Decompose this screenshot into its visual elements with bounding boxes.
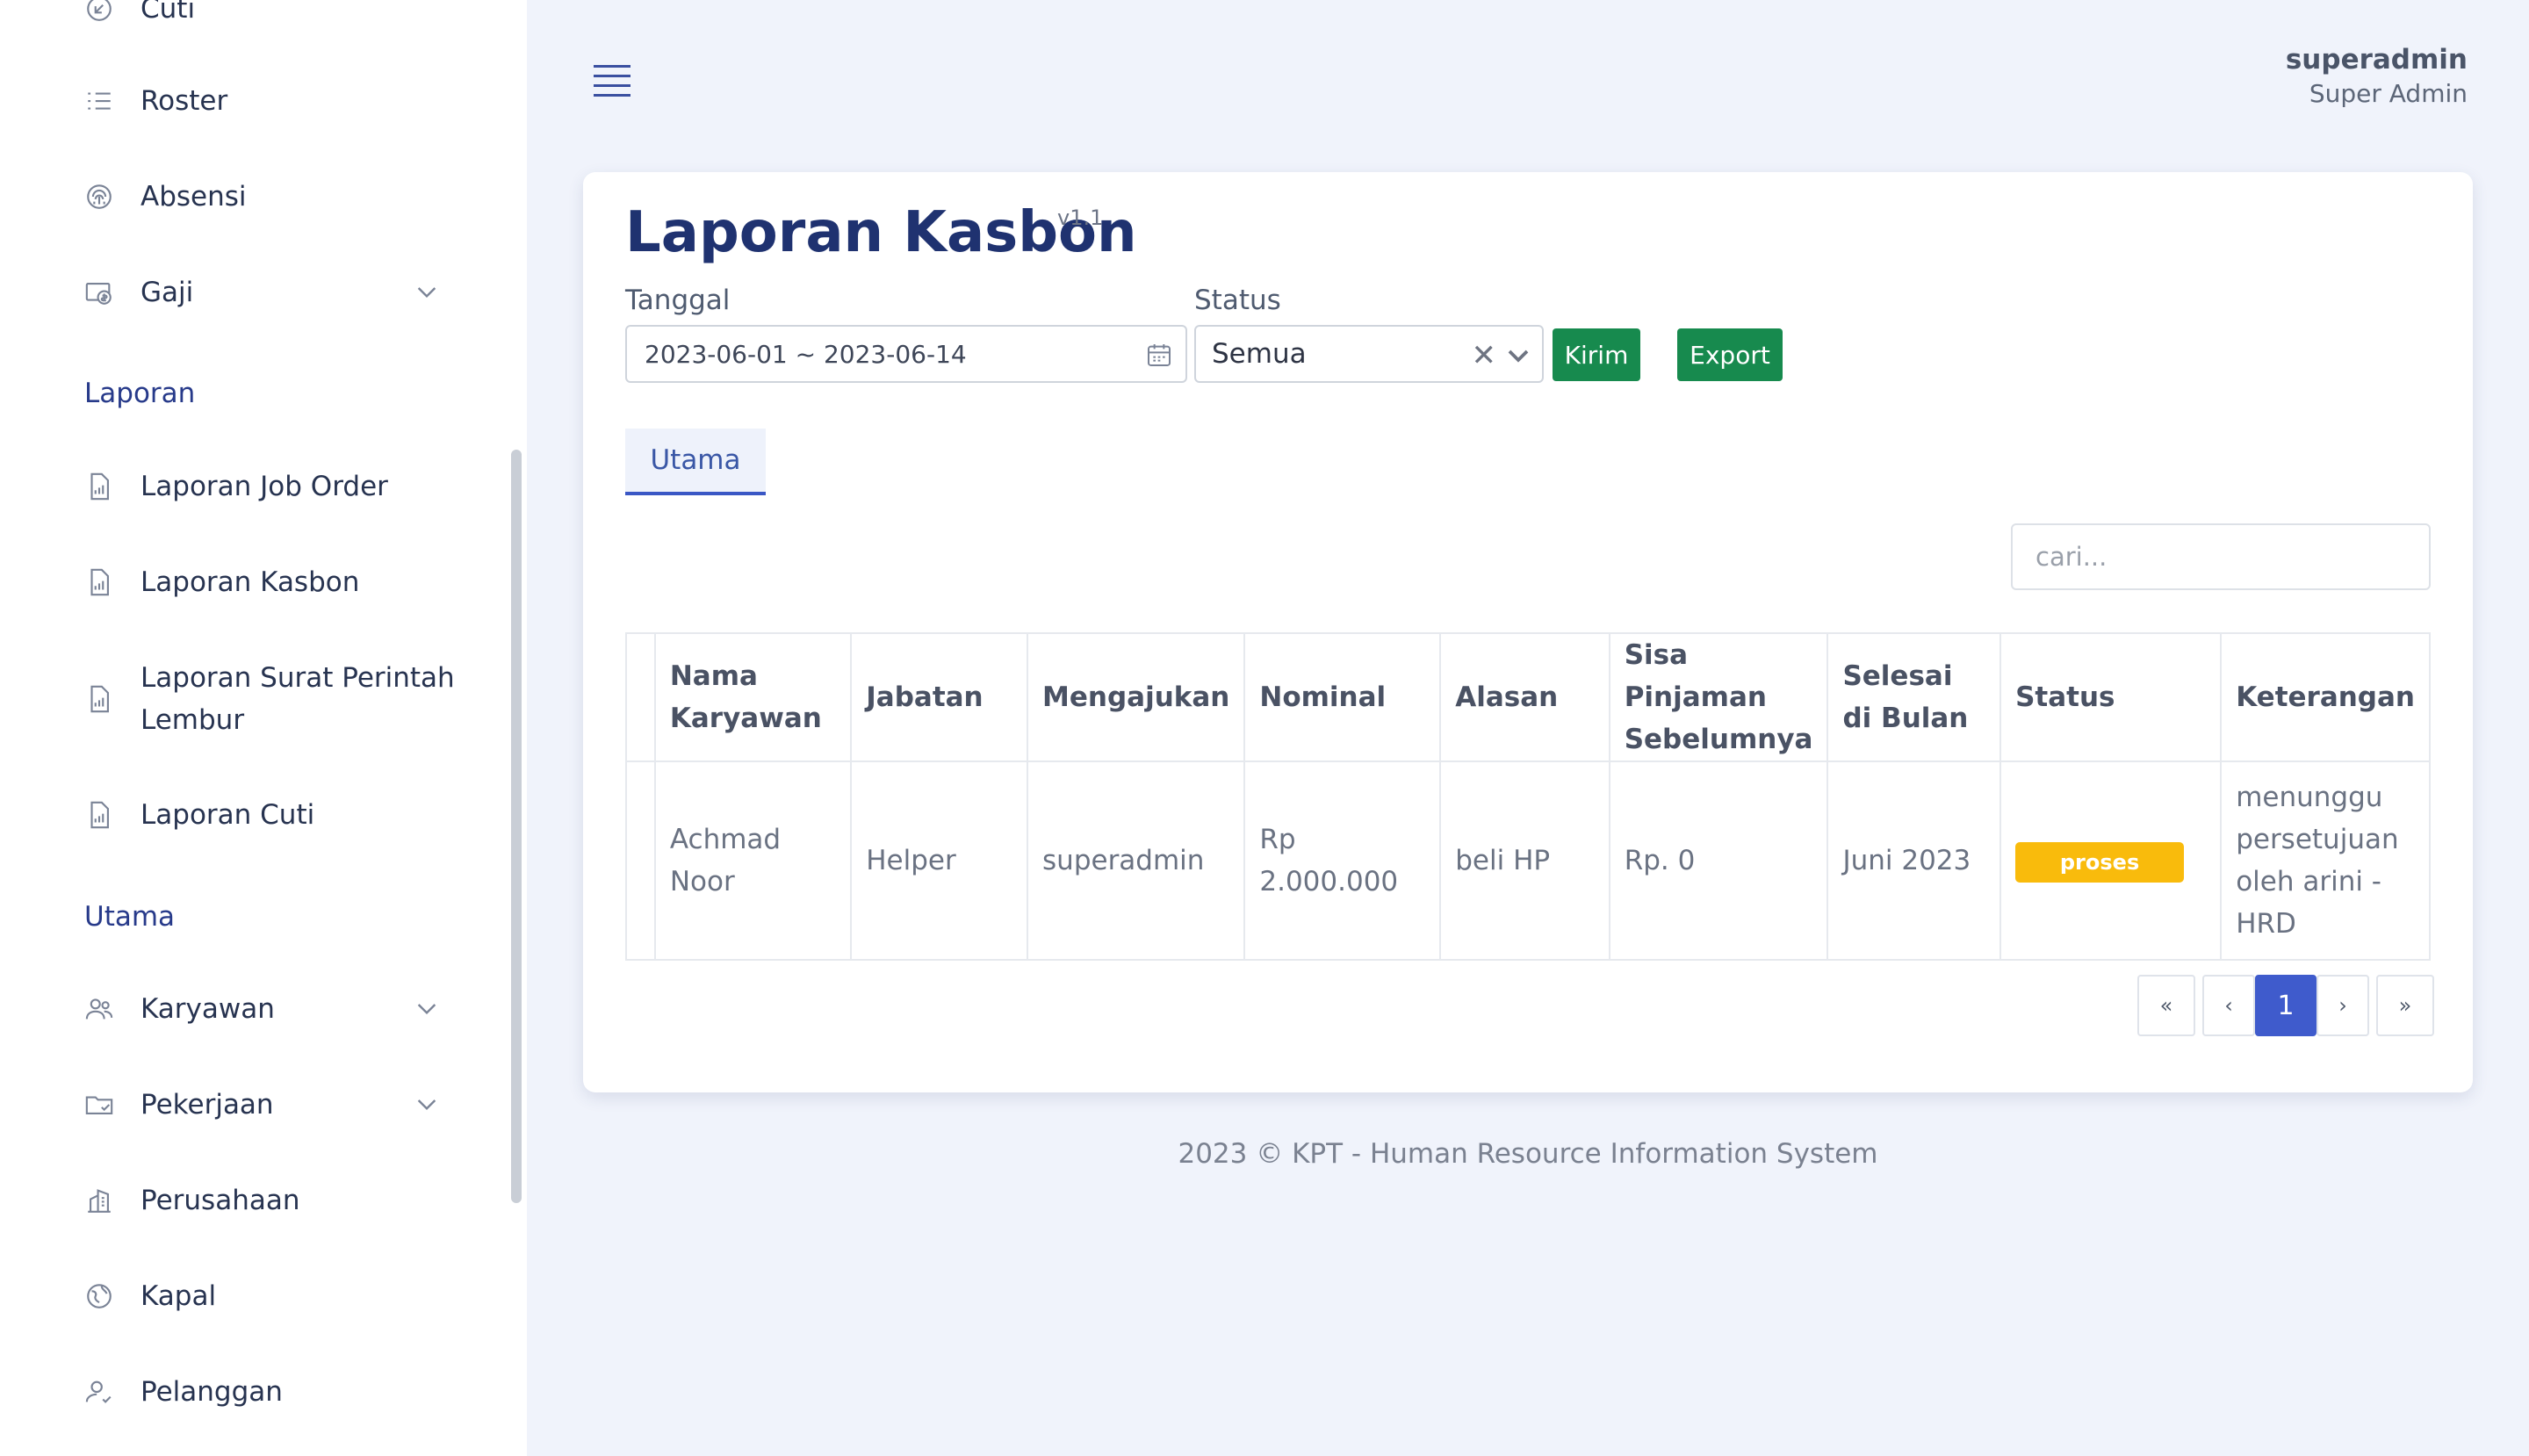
user-role: Super Admin xyxy=(2309,79,2468,108)
cell-alasan: beli HP xyxy=(1439,760,1610,961)
pagination-first-button[interactable]: « xyxy=(2137,975,2195,1036)
footer-text: 2023 © KPT - Human Resource Information … xyxy=(1178,1138,1878,1170)
date-label: Tanggal xyxy=(625,285,731,316)
users-icon xyxy=(84,994,114,1024)
sidebar-item-label: Pekerjaan xyxy=(140,1089,274,1121)
report-icon xyxy=(84,472,114,501)
sidebar-item-label: Laporan Kasbon xyxy=(140,566,360,598)
sidebar: Cuti Roster Absensi Gaji Laporan Laporan… xyxy=(0,0,527,1456)
cell-jabatan: Helper xyxy=(850,760,1029,961)
column-header-nominal[interactable]: Nominal xyxy=(1243,632,1442,762)
chevron-down-icon[interactable] xyxy=(413,1090,441,1118)
logout-icon xyxy=(84,0,114,24)
column-header-status[interactable]: Status xyxy=(1999,632,2223,762)
sidebar-item-label: Gaji xyxy=(140,277,194,308)
status-label: Status xyxy=(1194,285,1281,316)
table-header-row: Nama Karyawan Jabatan Mengajukan Nominal… xyxy=(625,632,2431,762)
sidebar-item-kapal[interactable]: Kapal xyxy=(84,1270,216,1323)
sidebar-item-laporan-surat-perintah-lembur[interactable]: Laporan Surat Perintah Lembur xyxy=(84,657,474,741)
column-header-nama[interactable]: Nama Karyawan xyxy=(653,632,853,762)
kirim-button[interactable]: Kirim xyxy=(1553,328,1640,381)
sidebar-item-laporan-cuti[interactable]: Laporan Cuti xyxy=(84,789,314,841)
menu-toggle-icon[interactable] xyxy=(594,65,630,97)
sidebar-item-karyawan[interactable]: Karyawan xyxy=(84,983,275,1035)
chevron-down-icon[interactable] xyxy=(413,994,441,1022)
sidebar-item-label: Cuti xyxy=(140,0,196,25)
user-check-icon xyxy=(84,1377,114,1407)
sidebar-item-label: Laporan Cuti xyxy=(140,799,315,831)
sidebar-item-pelanggan[interactable]: Pelanggan xyxy=(84,1366,283,1418)
fingerprint-icon xyxy=(84,182,114,212)
report-icon xyxy=(84,684,114,714)
cell-sisa-pinjaman: Rp. 0 xyxy=(1608,760,1829,961)
building-icon xyxy=(84,1186,114,1215)
report-icon xyxy=(84,567,114,597)
column-header-select xyxy=(625,632,656,762)
cell-keterangan: menunggu persetujuan oleh arini - HRD xyxy=(2220,760,2431,961)
pagination-last-button[interactable]: » xyxy=(2376,975,2434,1036)
date-range-value: 2023-06-01 ~ 2023-06-14 xyxy=(645,339,967,369)
date-range-input[interactable]: 2023-06-01 ~ 2023-06-14 xyxy=(625,325,1187,383)
chevron-down-icon[interactable] xyxy=(1505,342,1531,369)
sidebar-item-roster[interactable]: Roster xyxy=(84,75,227,127)
globe-icon xyxy=(84,1281,114,1311)
sidebar-item-label: Karyawan xyxy=(140,993,275,1025)
search-input[interactable]: cari... xyxy=(2011,523,2431,590)
status-select-value: Semua xyxy=(1212,338,1307,370)
payroll-icon xyxy=(84,278,114,307)
kasbon-table: Nama Karyawan Jabatan Mengajukan Nominal… xyxy=(625,632,2431,961)
table-row[interactable]: Achmad Noor Helper superadmin Rp 2.000.0… xyxy=(625,760,2431,961)
sidebar-item-perusahaan[interactable]: Perusahaan xyxy=(84,1174,300,1227)
sidebar-item-laporan-job-order[interactable]: Laporan Job Order xyxy=(84,460,388,513)
cell-nominal: Rp 2.000.000 xyxy=(1243,760,1442,961)
column-header-sisa-pinjaman[interactable]: Sisa Pinjaman Sebelumnya xyxy=(1608,632,1829,762)
list-icon xyxy=(84,86,114,116)
pagination-page-1[interactable]: 1 xyxy=(2255,975,2316,1036)
clear-icon[interactable]: ✕ xyxy=(1472,341,1497,371)
cell-mengajukan: superadmin xyxy=(1027,760,1246,961)
sidebar-item-cuti[interactable]: Cuti xyxy=(84,0,195,35)
sidebar-item-label: Laporan Surat Perintah Lembur xyxy=(140,662,455,736)
cell-selesai: Juni 2023 xyxy=(1826,760,2002,961)
user-name[interactable]: superadmin xyxy=(2286,44,2468,76)
sidebar-item-label: Absensi xyxy=(140,181,247,213)
sidebar-item-label: Kapal xyxy=(140,1280,217,1312)
version-label: v1.1 xyxy=(1057,205,1104,230)
column-header-alasan[interactable]: Alasan xyxy=(1439,632,1610,762)
column-header-jabatan[interactable]: Jabatan xyxy=(850,632,1029,762)
sidebar-item-label: Perusahaan xyxy=(140,1185,300,1216)
cell-nama: Achmad Noor xyxy=(653,760,853,961)
pagination-next-button[interactable]: › xyxy=(2316,975,2369,1036)
status-select[interactable]: Semua ✕ xyxy=(1194,325,1544,383)
column-header-keterangan[interactable]: Keterangan xyxy=(2220,632,2431,762)
pagination-prev-button[interactable]: ‹ xyxy=(2202,975,2255,1036)
sidebar-item-absensi[interactable]: Absensi xyxy=(84,170,247,223)
export-button[interactable]: Export xyxy=(1677,328,1783,381)
sidebar-item-label: Pelanggan xyxy=(140,1376,283,1408)
sidebar-item-pekerjaan[interactable]: Pekerjaan xyxy=(84,1078,274,1131)
chevron-down-icon[interactable] xyxy=(413,278,441,306)
column-header-mengajukan[interactable]: Mengajukan xyxy=(1027,632,1246,762)
cell-status: proses xyxy=(1999,760,2223,961)
status-badge: proses xyxy=(2015,841,2185,883)
sidebar-item-label: Roster xyxy=(140,85,228,117)
sidebar-section-utama: Utama xyxy=(84,901,176,933)
report-card: Laporan Kasbon v1.1 Tanggal Status 2023-… xyxy=(583,172,2473,1092)
column-header-selesai[interactable]: Selesai di Bulan xyxy=(1826,632,2002,762)
report-icon xyxy=(84,800,114,830)
sidebar-item-label: Laporan Job Order xyxy=(140,471,388,502)
sidebar-item-gaji[interactable]: Gaji xyxy=(84,266,193,319)
calendar-icon[interactable] xyxy=(1145,341,1173,369)
row-select-cell xyxy=(625,760,656,961)
folder-icon xyxy=(84,1090,114,1120)
sidebar-section-laporan: Laporan xyxy=(84,378,196,409)
tab-utama[interactable]: Utama xyxy=(625,429,766,495)
sidebar-item-laporan-kasbon[interactable]: Laporan Kasbon xyxy=(84,556,359,609)
sidebar-scrollbar[interactable] xyxy=(511,450,522,1203)
